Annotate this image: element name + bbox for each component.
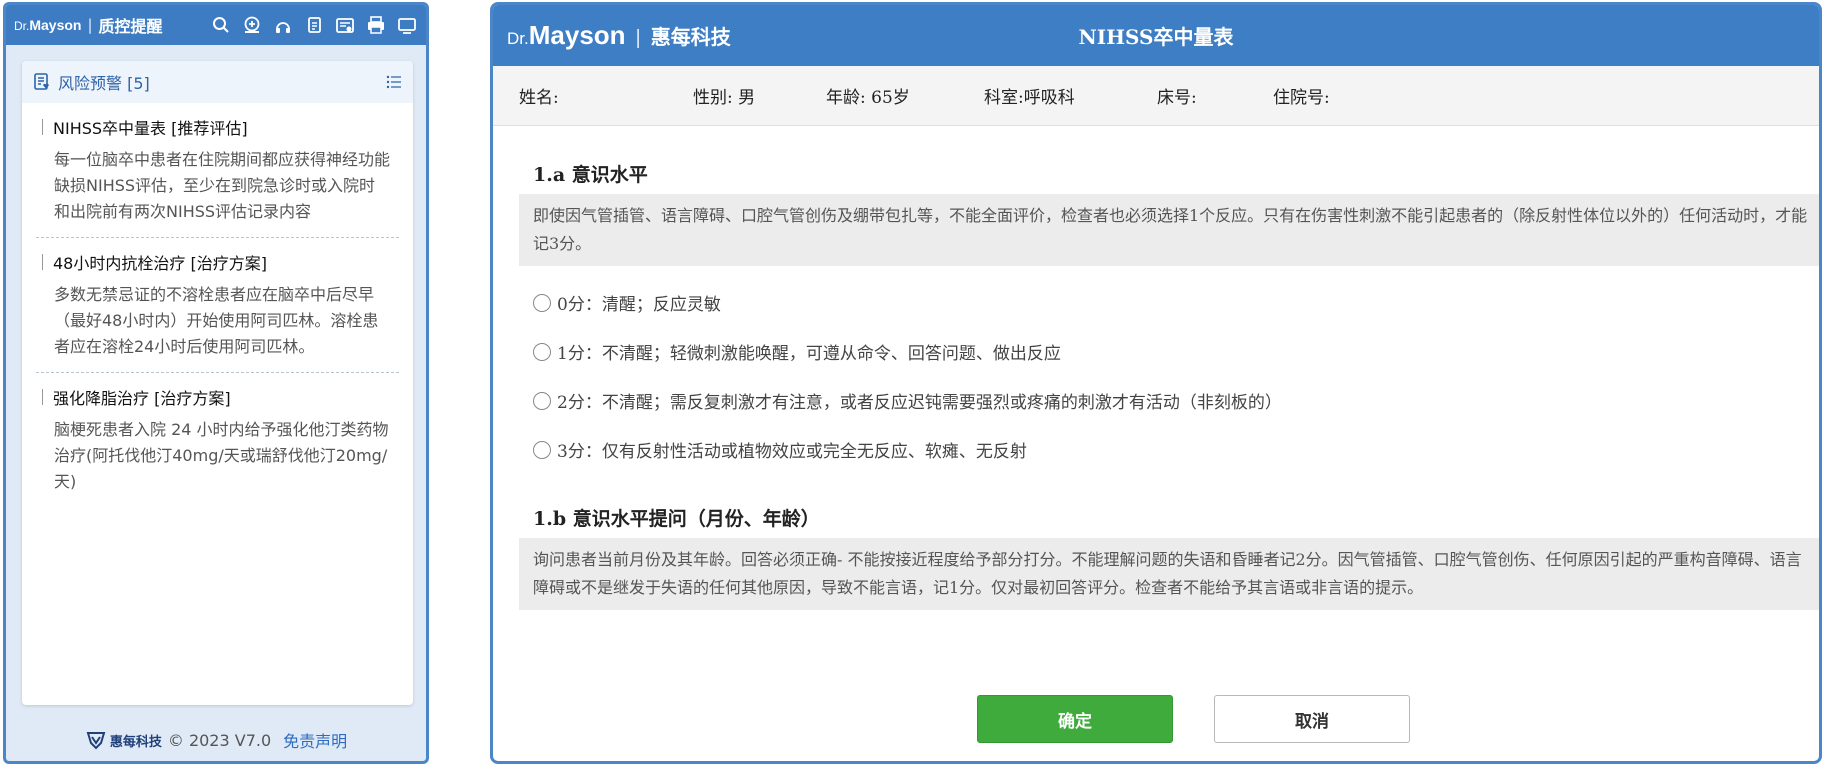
panel-footer: 惠每科技 © 2023 V7.0 免责声明 bbox=[6, 725, 426, 755]
report-icon[interactable] bbox=[334, 14, 356, 36]
printer-icon[interactable] bbox=[365, 14, 387, 36]
section-description-1a: 即使因气管插管、语言障碍、口腔气管创伤及绷带包扎等，不能全面评价，检查者也必须选… bbox=[519, 194, 1819, 266]
header-separator: | bbox=[87, 16, 93, 34]
disclaimer-link[interactable]: 免责声明 bbox=[283, 728, 347, 752]
document-icon[interactable] bbox=[303, 14, 325, 36]
alert-item: 强化降脂治疗 [治疗方案] 脑梗死患者入院 24 小时内给予强化他汀类药物治疗(… bbox=[36, 373, 399, 507]
alert-bar bbox=[42, 389, 43, 405]
patient-bed: 床号: bbox=[1157, 88, 1197, 108]
option-group-1a: 0分：清醒；反应灵敏 1分：不清醒；轻微刺激能唤醒，可遵从命令、回答问题、做出反… bbox=[519, 266, 1819, 474]
patient-department: 科室:呼吸科 bbox=[984, 88, 1075, 108]
alert-title[interactable]: 强化降脂治疗 [治疗方案] bbox=[36, 385, 399, 409]
alert-description: 脑梗死患者入院 24 小时内给予强化他汀类药物治疗(阿托伐他汀40mg/天或瑞舒… bbox=[54, 420, 389, 491]
option-score-2[interactable]: 2分：不清醒；需反复刺激才有注意，或者反应迟钝需要强烈或疼痛的刺激才有活动（非刻… bbox=[533, 376, 1819, 425]
mayson-logo: Dr. Mayson | 惠每科技 bbox=[507, 20, 731, 50]
patient-age: 年龄: 65岁 bbox=[826, 88, 910, 108]
consultation-icon[interactable] bbox=[272, 14, 294, 36]
alert-item: 48小时内抗栓治疗 [治疗方案] 多数无禁忌证的不溶栓患者应在脑卒中后尽早（最好… bbox=[36, 238, 399, 373]
nihss-dialog: Dr. Mayson | 惠每科技 NIHSS卒中量表 姓名: 性别: 男 年龄: … bbox=[490, 2, 1822, 764]
confirm-button[interactable]: 确定 bbox=[977, 695, 1173, 743]
copyright-text: © 2023 V7.0 bbox=[167, 730, 272, 750]
monitor-icon[interactable] bbox=[396, 14, 418, 36]
option-score-0[interactable]: 0分：清醒；反应灵敏 bbox=[533, 278, 1819, 327]
risk-warning-card: 风险预警 [5] NIHSS卒中量表 [推荐评估] 每一位脑卒中患者在住院期间都… bbox=[22, 61, 413, 705]
list-menu-icon[interactable] bbox=[385, 73, 403, 91]
radio-button[interactable] bbox=[533, 391, 551, 410]
alert-description: 多数无禁忌证的不溶栓患者应在脑卒中后尽早（最好48小时内）开始使用阿司匹林。溶栓… bbox=[54, 285, 379, 356]
alert-description: 每一位脑卒中患者在住院期间都应获得神经功能缺损NIHSS评估，至少在到院急诊时或… bbox=[54, 150, 391, 221]
cancel-button[interactable]: 取消 bbox=[1214, 695, 1410, 743]
patient-name: 姓名: bbox=[519, 88, 559, 108]
warning-list-icon bbox=[34, 73, 49, 90]
search-icon[interactable] bbox=[210, 14, 232, 36]
medical-kit-icon[interactable] bbox=[241, 14, 263, 36]
alert-title[interactable]: 48小时内抗栓治疗 [治疗方案] bbox=[36, 250, 399, 274]
risk-warning-header: 风险预警 [5] bbox=[22, 61, 413, 103]
option-score-3[interactable]: 3分：仅有反射性活动或植物效应或完全无反应、软瘫、无反射 bbox=[533, 425, 1819, 474]
scale-content: 1.a 意识水平 即使因气管插管、语言障碍、口腔气管创伤及绷带包扎等，不能全面评… bbox=[493, 160, 1819, 610]
radio-button[interactable] bbox=[533, 293, 551, 312]
toolbar bbox=[210, 14, 418, 36]
mayson-logo: Dr.Mayson bbox=[14, 17, 82, 33]
section-title-1a: 1.a 意识水平 bbox=[533, 164, 648, 186]
panel-title: 质控提醒 bbox=[98, 17, 163, 36]
patient-gender: 性别: 男 bbox=[693, 88, 756, 108]
radio-button[interactable] bbox=[533, 342, 551, 361]
section-title-1b: 1.b 意识水平提问（月份、年龄） bbox=[533, 508, 820, 530]
dialog-header: Dr. Mayson | 惠每科技 NIHSS卒中量表 bbox=[493, 5, 1819, 66]
alert-title[interactable]: NIHSS卒中量表 [推荐评估] bbox=[36, 115, 399, 139]
company-logo-icon bbox=[86, 732, 106, 750]
radio-button[interactable] bbox=[533, 440, 551, 459]
risk-warning-title: 风险预警 [5] bbox=[58, 74, 150, 93]
section-description-1b: 询问患者当前月份及其年龄。回答必须正确- 不能按接近程度给予部分打分。不能理解问… bbox=[519, 538, 1819, 610]
patient-admission-number: 住院号: bbox=[1273, 88, 1330, 108]
company-brand: 惠每科技 bbox=[85, 729, 162, 751]
alert-bar bbox=[42, 119, 43, 135]
quality-reminder-panel: Dr.Mayson | 质控提醒 风险预警 [5] NIHSS卒中量表 [推荐评… bbox=[3, 2, 429, 764]
patient-info-bar: 姓名: 性别: 男 年龄: 65岁 科室:呼吸科 床号: 住院号: bbox=[493, 66, 1819, 126]
panel-header: Dr.Mayson | 质控提醒 bbox=[6, 5, 426, 45]
option-score-1[interactable]: 1分：不清醒；轻微刺激能唤醒，可遵从命令、回答问题、做出反应 bbox=[533, 327, 1819, 376]
alert-bar bbox=[42, 254, 43, 270]
alert-item: NIHSS卒中量表 [推荐评估] 每一位脑卒中患者在住院期间都应获得神经功能缺损… bbox=[36, 103, 399, 238]
